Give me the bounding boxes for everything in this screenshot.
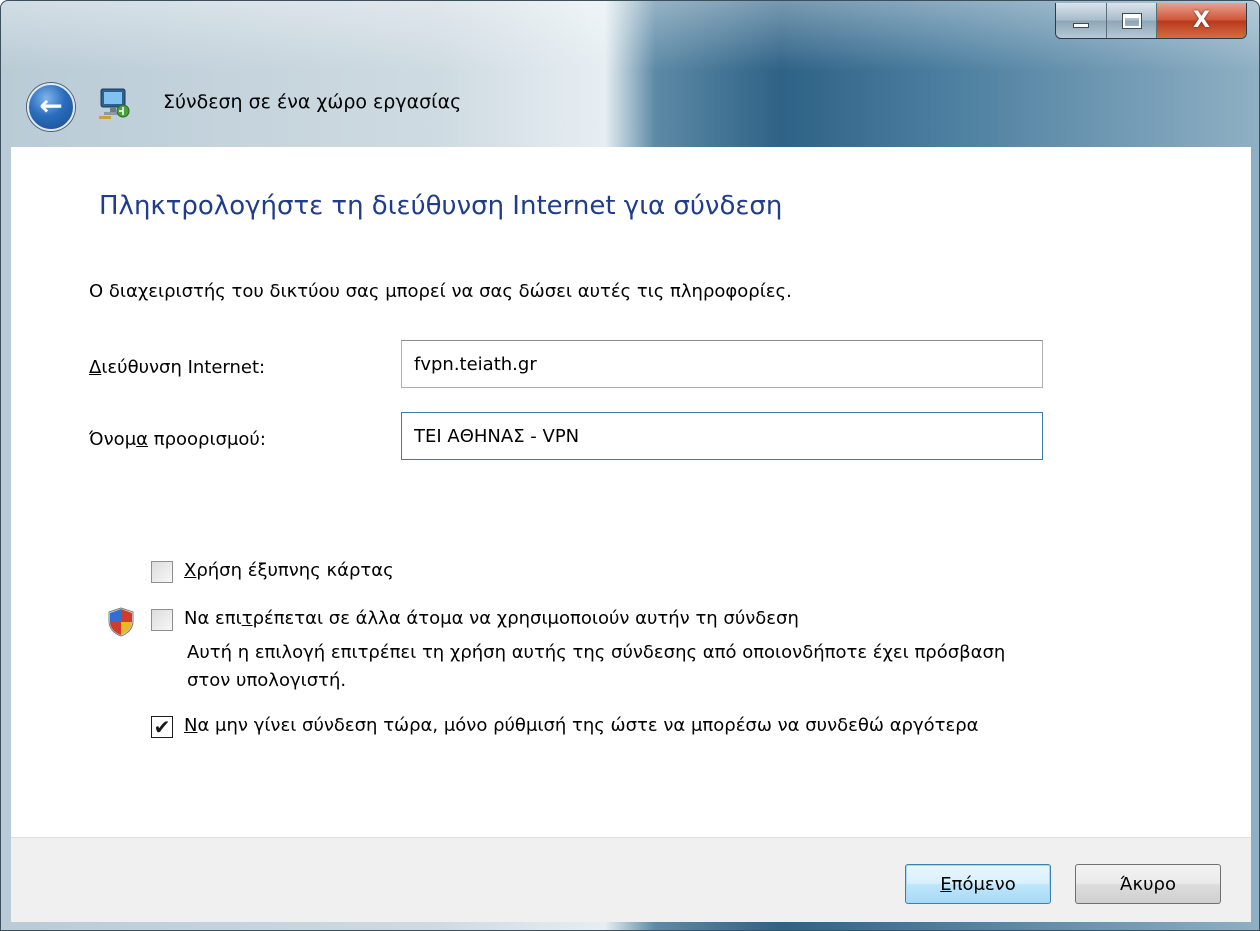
- label-text: α μην γίνει σύνδεση τώρα, μόνο ρύθμισή τ…: [197, 715, 979, 736]
- minimize-icon: [1073, 23, 1090, 28]
- title-bar: X ← Σύνδεση σε ένα χώρο εργασίας: [1, 1, 1259, 147]
- minimize-button[interactable]: [1056, 3, 1108, 38]
- label-text: Όνομ: [89, 429, 137, 450]
- back-arrow-icon: ←: [39, 88, 63, 122]
- mnemonic-char: Ε: [940, 873, 952, 895]
- label-text: ρήση έξυπνης κάρτας: [196, 560, 394, 581]
- internet-address-input[interactable]: [401, 340, 1043, 388]
- allow-others-note-line1: Αυτή η επιλογή επιτρέπει τη χρήση αυτής …: [187, 642, 1006, 663]
- label-text: προορισμού:: [148, 429, 266, 450]
- checkmark-icon: ✔: [153, 715, 171, 739]
- mnemonic-char: Ν: [184, 715, 198, 736]
- wizard-title: Σύνδεση σε ένα χώρο εργασίας: [163, 91, 462, 113]
- cancel-button[interactable]: Άκυρο: [1075, 864, 1221, 904]
- next-button[interactable]: Επόμενο: [905, 864, 1051, 904]
- page-heading: Πληκτρολογήστε τη διεύθυνση Internet για…: [99, 191, 783, 221]
- wizard-content: Πληκτρολογήστε τη διεύθυνση Internet για…: [11, 147, 1251, 837]
- label-text: ρέπεται σε άλλα άτομα να χρησιμοποιούν α…: [252, 608, 799, 629]
- network-connection-icon: [99, 88, 130, 119]
- internet-address-label: Διεύθυνση Internet:: [89, 357, 265, 378]
- close-icon: X: [1192, 8, 1210, 33]
- label-text: ιεύθυνση Internet:: [101, 357, 266, 378]
- allow-others-note-line2: στον υπολογιστή.: [187, 670, 347, 691]
- wizard-footer: Επόμενο Άκυρο: [11, 837, 1251, 922]
- smart-card-checkbox[interactable]: [151, 561, 173, 583]
- caption-buttons: X: [1055, 3, 1247, 39]
- mnemonic-char: α: [136, 429, 149, 450]
- mnemonic-char: Χ: [184, 560, 197, 581]
- button-label: πόμενο: [951, 873, 1016, 895]
- dont-connect-now-checkbox[interactable]: ✔: [151, 716, 173, 738]
- back-button[interactable]: ←: [27, 83, 75, 131]
- wizard-window: X ← Σύνδεση σε ένα χώρο εργασίας Πληκτρο…: [0, 0, 1260, 931]
- maximize-button[interactable]: [1107, 3, 1157, 38]
- page-description: Ο διαχειριστής του δικτύου σας μπορεί να…: [89, 281, 792, 302]
- allow-others-checkbox[interactable]: [151, 609, 173, 631]
- smart-card-label[interactable]: Χρήση έξυπνης κάρτας: [184, 560, 394, 581]
- destination-name-input[interactable]: [401, 412, 1043, 460]
- destination-name-label: Όνομα προορισμού:: [89, 429, 266, 450]
- allow-others-label[interactable]: Να επιτρέπεται σε άλλα άτομα να χρησιμοπ…: [184, 608, 799, 629]
- dont-connect-now-label[interactable]: Να μην γίνει σύνδεση τώρα, μόνο ρύθμισή …: [184, 715, 979, 736]
- mnemonic-char: Δ: [89, 357, 102, 378]
- uac-shield-icon: [108, 607, 134, 637]
- maximize-icon: [1122, 13, 1141, 28]
- close-button[interactable]: X: [1156, 3, 1246, 38]
- mnemonic-char: τ: [241, 608, 253, 629]
- label-text: Να επι: [184, 608, 242, 629]
